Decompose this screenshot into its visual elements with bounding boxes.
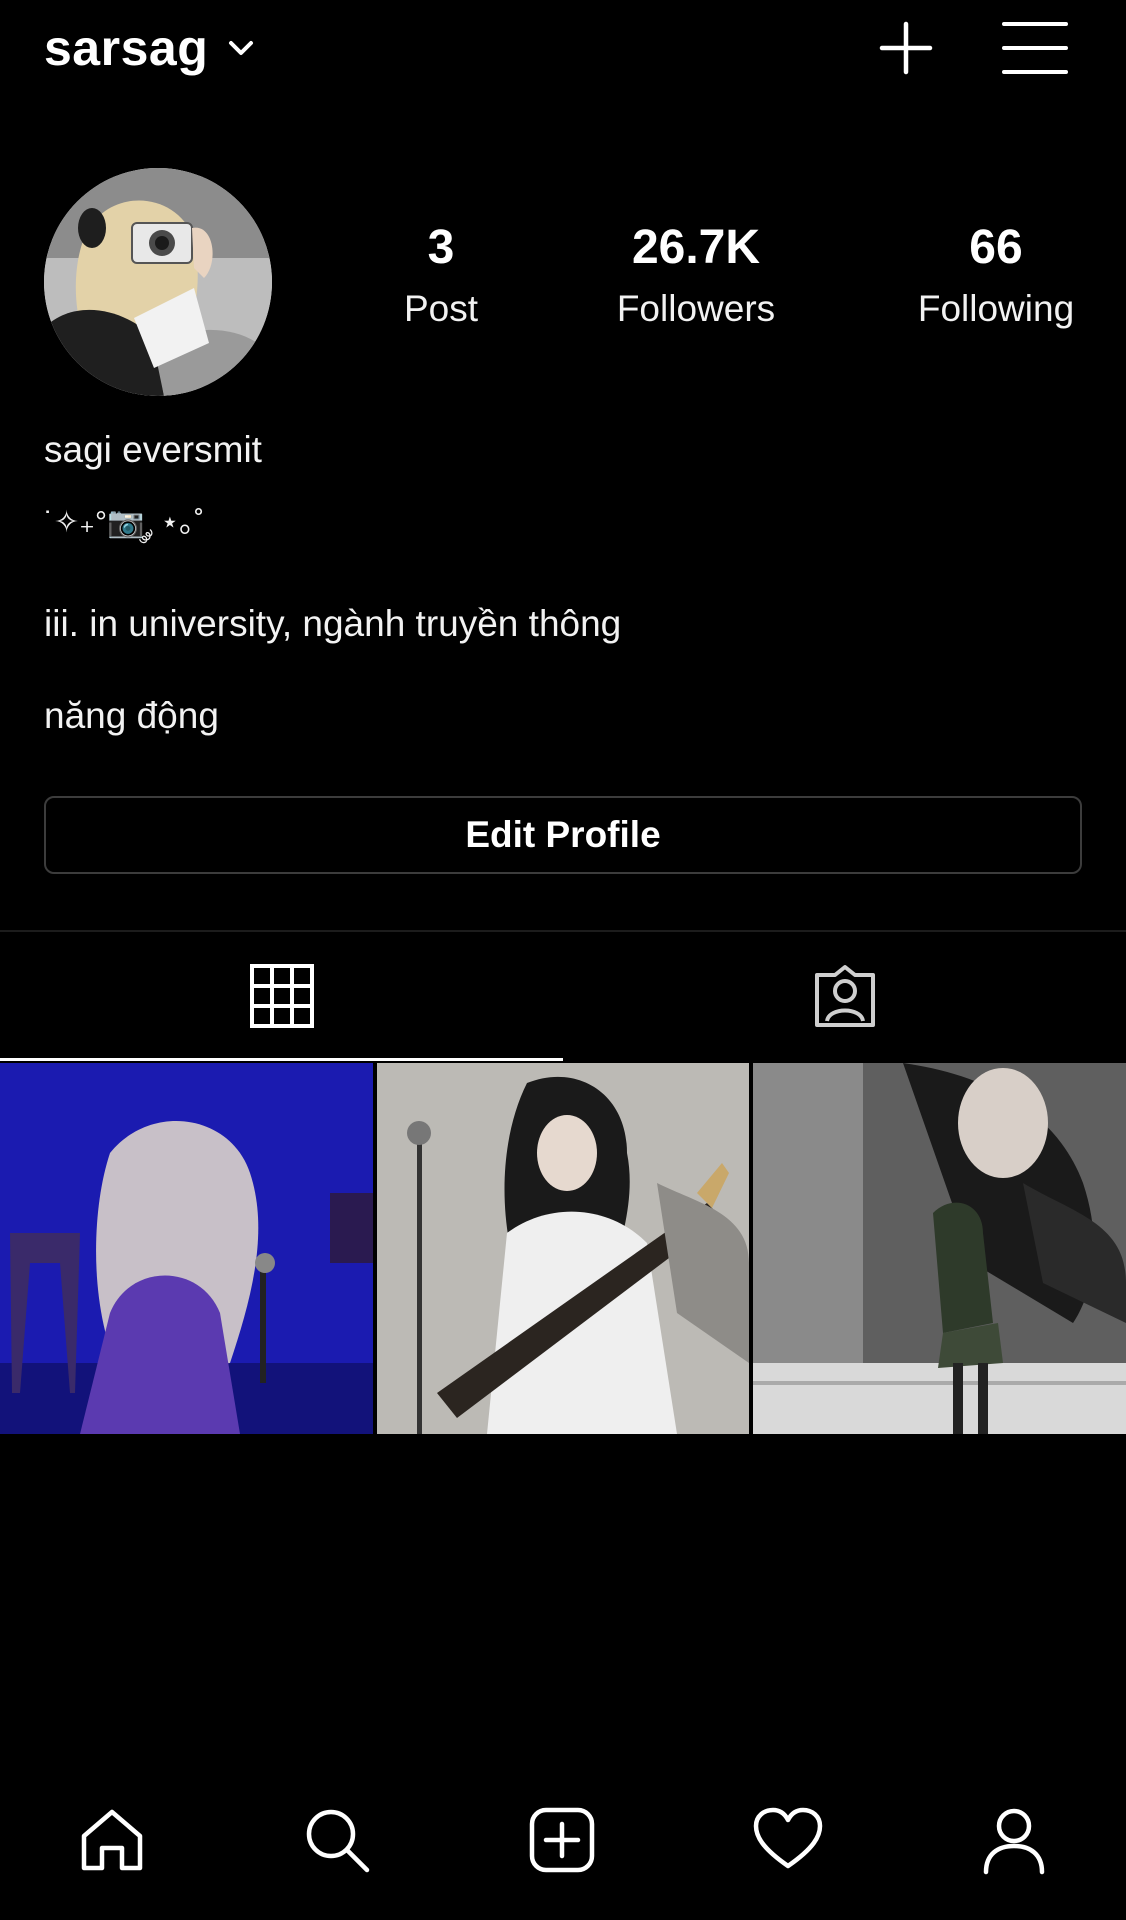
heart-icon	[753, 1807, 823, 1869]
avatar-image	[44, 168, 272, 396]
followers-stat[interactable]: 26.7K Followers	[616, 221, 776, 329]
following-label: Following	[917, 288, 1075, 329]
plus-icon[interactable]	[876, 18, 936, 78]
post-image-1	[0, 1063, 373, 1434]
posts-label: Post	[403, 288, 479, 329]
post-thumbnail[interactable]	[0, 1063, 373, 1434]
post-thumbnail[interactable]	[377, 1063, 749, 1434]
chevron-down-icon	[229, 41, 254, 55]
nav-home[interactable]	[62, 1790, 162, 1890]
post-image-2	[377, 1063, 749, 1434]
followers-count: 26.7K	[631, 221, 761, 274]
profile-avatar[interactable]	[44, 168, 272, 396]
followers-label: Followers	[616, 288, 776, 329]
active-tab-indicator	[0, 1058, 563, 1061]
search-icon	[306, 1809, 370, 1873]
nav-add[interactable]	[512, 1790, 612, 1890]
profile-header: sarsag	[0, 0, 1126, 100]
post-image-3	[753, 1063, 1126, 1434]
grid-icon	[249, 964, 314, 1028]
bio-line-1: iii. in university, ngành truyền thông	[44, 603, 622, 644]
tab-tagged[interactable]	[563, 932, 1126, 1060]
nav-profile[interactable]	[964, 1790, 1064, 1890]
nav-search[interactable]	[287, 1790, 387, 1890]
account-switcher[interactable]: sarsag	[44, 18, 256, 78]
posts-count: 3	[427, 221, 455, 274]
bio-line-2: năng động	[44, 695, 219, 736]
tab-grid[interactable]	[0, 932, 563, 1060]
add-icon	[529, 1807, 595, 1873]
nav-activity[interactable]	[738, 1790, 838, 1890]
bottom-navigation	[0, 1790, 1126, 1890]
posts-stat[interactable]: 3 Post	[403, 221, 479, 329]
home-icon	[81, 1809, 143, 1871]
edit-profile-button[interactable]: Edit Profile	[44, 796, 1082, 874]
profile-icon	[983, 1808, 1045, 1875]
following-stat[interactable]: 66 Following	[917, 221, 1075, 329]
display-name: sagi eversmit	[44, 429, 262, 470]
hamburger-menu-icon[interactable]	[1002, 18, 1068, 78]
bio-emoji-line: ˙✧₊°📷 ༘ ⋆｡˚	[44, 506, 205, 539]
following-count: 66	[969, 221, 1023, 274]
post-thumbnail[interactable]	[753, 1063, 1126, 1434]
tagged-person-icon	[814, 965, 875, 1027]
username: sarsag	[44, 20, 209, 76]
